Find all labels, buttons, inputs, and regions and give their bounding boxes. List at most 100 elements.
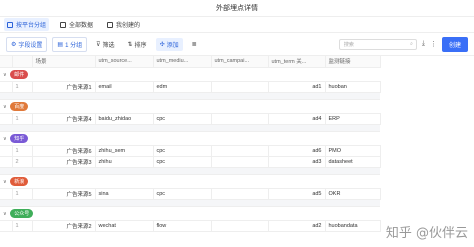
chevron-down-icon[interactable]: ∨ xyxy=(3,104,7,110)
table-row[interactable]: 1 广告来源4 baidu_zhidao cpc ad4 ERP xyxy=(0,113,381,125)
cell-scene[interactable]: 广告来源3 xyxy=(32,156,96,168)
add-icon: ✣ xyxy=(159,41,165,48)
cell-utm-term[interactable]: ad2 xyxy=(268,220,326,232)
cell-utm-medium[interactable]: flow xyxy=(153,220,212,232)
row-checkbox-cell[interactable] xyxy=(0,188,13,200)
cell-scene[interactable]: 广告来源5 xyxy=(32,188,96,200)
group-icon: ▤ xyxy=(57,41,64,48)
cell-utm-term[interactable]: ad5 xyxy=(268,188,326,200)
row-checkbox-cell[interactable] xyxy=(0,81,13,93)
column-header[interactable]: 监测链接 xyxy=(325,56,381,68)
group-tag: 知乎 xyxy=(10,133,29,143)
cell-monitor-link[interactable]: huobandata xyxy=(325,220,381,232)
select-all-cell[interactable] xyxy=(0,56,13,68)
cell-scene[interactable]: 广告来源1 xyxy=(32,81,96,93)
watermark: 知乎 @伙伴云 xyxy=(385,226,468,241)
column-header[interactable]: utm_campai... xyxy=(211,56,269,68)
row-checkbox-cell[interactable] xyxy=(0,220,13,232)
cell-utm-medium[interactable]: cpc xyxy=(153,113,212,125)
cell-utm-medium[interactable]: cpc xyxy=(153,156,212,168)
more-icon[interactable]: ⋮ xyxy=(430,40,437,48)
cell-utm-campaign[interactable] xyxy=(211,220,269,232)
table-row[interactable]: 1 广告来源1 email edm ad1 huoban xyxy=(0,81,381,93)
cell-utm-term[interactable]: ad6 xyxy=(268,145,326,157)
cell-utm-source[interactable]: zhihu_sem xyxy=(95,145,154,157)
search-icon: ⌕ xyxy=(410,41,413,47)
gap-cell xyxy=(0,199,380,207)
field-settings-button[interactable]: ⚙ 字段设置 xyxy=(6,36,48,52)
cell-utm-medium[interactable]: cpc xyxy=(153,188,212,200)
cell-utm-source[interactable]: wechat xyxy=(95,220,154,232)
group-header-cell: ∨ 百度 xyxy=(0,99,380,114)
cell-utm-term[interactable]: ad3 xyxy=(268,156,326,168)
tab-all-data[interactable]: 全部数据 xyxy=(57,18,96,31)
group-header-row[interactable]: ∨ 新浪 xyxy=(0,174,380,189)
group-gap xyxy=(0,167,380,175)
cell-monitor-link[interactable]: PMO xyxy=(325,145,381,157)
chevron-down-icon[interactable]: ∨ xyxy=(3,179,7,185)
cell-utm-source[interactable]: email xyxy=(95,81,154,93)
group-header-row[interactable]: ∨ 公众号 xyxy=(0,206,380,221)
gear-icon: ⚙ xyxy=(11,41,17,48)
cell-scene[interactable]: 广告来源2 xyxy=(32,220,96,232)
cell-utm-source[interactable]: zhihu xyxy=(95,156,154,168)
cell-monitor-link[interactable]: ERP xyxy=(325,113,381,125)
gap-cell xyxy=(0,167,380,175)
group-gap xyxy=(0,92,380,100)
cell-utm-medium[interactable]: edm xyxy=(153,81,212,93)
row-number: 2 xyxy=(12,156,33,168)
table-body: ∨ 邮件 1 广告来源1 email edm ad1 huoban ∨ 百度 1… xyxy=(0,67,381,232)
group-button[interactable]: ▤ 1 分组 xyxy=(52,36,88,52)
row-checkbox-cell[interactable] xyxy=(0,145,13,157)
sort-label: 排序 xyxy=(134,42,147,49)
table-row[interactable]: 1 广告来源2 wechat flow ad2 huobandata xyxy=(0,220,381,232)
table-row[interactable]: 1 广告来源5 sina cpc ad5 OKR xyxy=(0,188,381,200)
cell-utm-campaign[interactable] xyxy=(211,156,269,168)
table-row[interactable]: 2 广告来源3 zhihu cpc ad3 datasheet xyxy=(0,156,381,168)
sort-button[interactable]: ⇅ 排序 xyxy=(124,38,151,51)
cell-scene[interactable]: 广告来源6 xyxy=(32,145,96,157)
chevron-down-icon[interactable]: ∨ xyxy=(3,136,7,142)
add-label: 添加 xyxy=(166,42,179,49)
tab-label: 全部数据 xyxy=(69,23,94,29)
cell-monitor-link[interactable]: OKR xyxy=(325,188,381,200)
cell-utm-medium[interactable]: cpc xyxy=(153,145,212,157)
cell-utm-source[interactable]: sina xyxy=(95,188,154,200)
group-header-row[interactable]: ∨ 知乎 xyxy=(0,131,380,146)
cell-utm-term[interactable]: ad4 xyxy=(268,113,326,125)
cell-utm-campaign[interactable] xyxy=(211,188,269,200)
cell-utm-campaign[interactable] xyxy=(211,81,269,93)
download-icon[interactable]: ⤓ xyxy=(422,40,425,48)
filter-button[interactable]: ⊽ 筛选 xyxy=(92,38,118,51)
cell-utm-source[interactable]: baidu_zhidao xyxy=(95,113,154,125)
group-tag: 百度 xyxy=(10,101,29,111)
group-header-row[interactable]: ∨ 邮件 xyxy=(0,67,380,82)
group-header-row[interactable]: ∨ 百度 xyxy=(0,99,380,114)
cell-utm-campaign[interactable] xyxy=(211,145,269,157)
field-settings-label: 字段设置 xyxy=(18,42,43,49)
column-header[interactable]: utm_term 关... xyxy=(268,56,326,68)
cell-utm-term[interactable]: ad1 xyxy=(268,81,326,93)
row-checkbox-cell[interactable] xyxy=(0,113,13,125)
create-button[interactable]: 创建 xyxy=(441,36,468,52)
cell-utm-campaign[interactable] xyxy=(211,113,269,125)
cell-scene[interactable]: 广告来源4 xyxy=(32,113,96,125)
filter-icon: ⊽ xyxy=(96,41,101,48)
tab-by-platform[interactable]: 按平台分组 xyxy=(4,18,50,31)
column-header[interactable]: utm_mediu... xyxy=(153,56,212,68)
search-input[interactable]: 搜索 ⌕ xyxy=(338,38,417,50)
group-tag: 公众号 xyxy=(10,208,34,218)
row-height-button[interactable]: ≣ xyxy=(188,39,201,50)
row-number: 1 xyxy=(12,145,33,157)
tab-my-created[interactable]: 我创建的 xyxy=(104,18,143,31)
chevron-down-icon[interactable]: ∨ xyxy=(3,211,7,217)
table-row[interactable]: 1 广告来源6 zhihu_sem cpc ad6 PMO xyxy=(0,145,381,157)
column-header[interactable]: utm_source... xyxy=(95,56,154,68)
cell-monitor-link[interactable]: datasheet xyxy=(325,156,381,168)
cell-monitor-link[interactable]: huoban xyxy=(325,81,381,93)
sort-icon: ⇅ xyxy=(127,41,133,48)
row-checkbox-cell[interactable] xyxy=(0,156,13,168)
column-header[interactable]: 场景 xyxy=(32,56,96,68)
chevron-down-icon[interactable]: ∨ xyxy=(3,72,7,78)
add-button[interactable]: ✣ 添加 xyxy=(155,37,183,51)
